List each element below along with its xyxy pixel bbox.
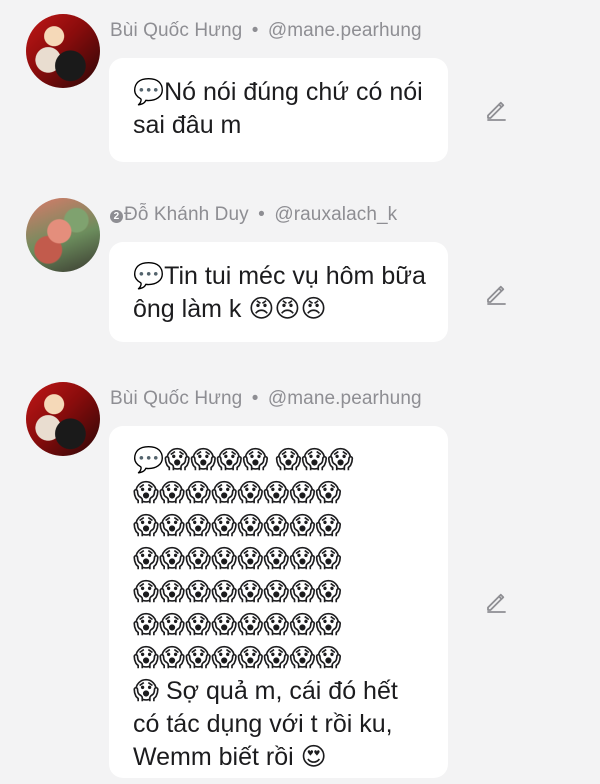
message-text: 💬Nó nói đúng chứ có nói sai đâu m [133,78,430,139]
separator-dot: • [258,204,265,225]
message-bubble[interactable]: 💬😱😱😱😱 😱😱😱 😱😱😱😱😱😱😱😱 😱😱😱😱😱😱😱😱 😱😱😱😱😱😱😱😱 😱😱😱… [109,426,448,778]
pencil-icon[interactable] [484,98,508,122]
message-text: 💬Tin tui méc vụ hôm bữa ông làm k 😠😠😠 [133,262,433,323]
avatar[interactable] [26,382,100,456]
message-meta: 2 Đỗ Khánh Duy • @rauxalach_k [110,204,397,226]
message-feed: Bùi Quốc Hưng • @mane.pearhung 💬Nó nói đ… [0,0,600,784]
avatar[interactable] [26,14,100,88]
author-handle[interactable]: @rauxalach_k [274,204,397,225]
message-bubble[interactable]: 💬Tin tui méc vụ hôm bữa ông làm k 😠😠😠 [109,242,448,342]
badge-number: 2 [110,210,123,223]
message-meta: Bùi Quốc Hưng • @mane.pearhung [110,20,422,42]
avatar[interactable] [26,198,100,272]
author-name[interactable]: Bùi Quốc Hưng [110,388,242,409]
author-handle[interactable]: @mane.pearhung [268,388,422,409]
author-name[interactable]: Đỗ Khánh Duy [124,204,249,225]
author-name[interactable]: Bùi Quốc Hưng [110,20,242,41]
message-meta: Bùi Quốc Hưng • @mane.pearhung [110,388,422,410]
separator-dot: • [251,388,259,409]
separator-dot: • [251,20,259,41]
message-text: 💬😱😱😱😱 😱😱😱 😱😱😱😱😱😱😱😱 😱😱😱😱😱😱😱😱 😱😱😱😱😱😱😱😱 😱😱😱… [133,446,398,771]
message-bubble[interactable]: 💬Nó nói đúng chứ có nói sai đâu m [109,58,448,162]
pencil-icon[interactable] [484,590,508,614]
pencil-icon[interactable] [484,282,508,306]
author-handle[interactable]: @mane.pearhung [268,20,422,41]
